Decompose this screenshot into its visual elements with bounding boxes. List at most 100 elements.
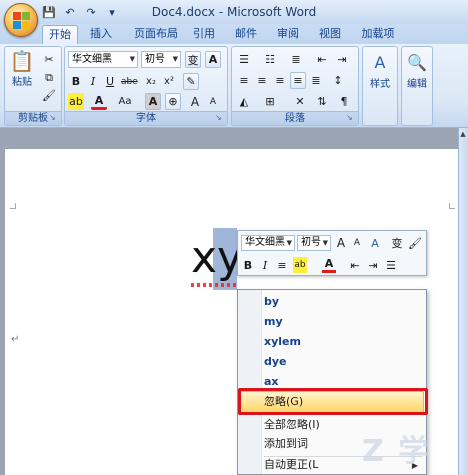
change-case-button[interactable]: Aa (117, 93, 133, 110)
tab-view[interactable]: 视图 (316, 25, 344, 44)
suggestion-item[interactable]: dye (264, 352, 287, 372)
title-bar: 💾 ↶ ↷ ▾ Doc4.docx - Microsoft Word (0, 0, 468, 24)
paragraph-mark: ↵ (11, 334, 20, 345)
bold-button[interactable]: B (68, 73, 84, 90)
superscript-button[interactable]: x² (161, 73, 177, 90)
line-spacing-icon[interactable]: ↕ (330, 72, 346, 89)
font-size-combo[interactable]: 初号 ▼ (141, 51, 181, 68)
chevron-down-icon: ▼ (322, 239, 328, 247)
tab-insert[interactable]: 插入 (84, 25, 118, 44)
cut-icon[interactable]: ✂ (41, 51, 57, 68)
mini-format-painter-icon[interactable]: 🖌 (408, 235, 422, 251)
bullets-icon[interactable]: ☰ (236, 51, 252, 68)
styles-group: A 样式 (362, 46, 398, 126)
underline-button[interactable]: U (102, 73, 118, 90)
mini-bullets-icon[interactable]: ☰ (384, 257, 398, 273)
menu-gutter (238, 290, 262, 474)
margin-corner-left (10, 203, 16, 209)
autocorrect-menu-item[interactable]: 自动更正(L (264, 455, 318, 475)
align-center-icon[interactable]: ≡ (254, 72, 270, 89)
ribbon: 📋 粘贴 ✂ ⧉ 🖌 剪贴板 ↘ 华文细黑 ▼ 初号 ▼ 变 A B I U a… (0, 44, 468, 128)
scroll-up-icon[interactable]: ▲ (459, 130, 467, 142)
format-painter-icon[interactable]: 🖌 (41, 87, 57, 104)
show-marks-icon[interactable]: ¶ (336, 93, 352, 110)
font-name-combo[interactable]: 华文细黑 ▼ (68, 51, 138, 68)
mini-styles-icon[interactable]: A (368, 235, 382, 251)
ignore-all-menu-item[interactable]: 全部忽略(I) (264, 415, 320, 435)
chevron-down-icon: ▼ (286, 239, 292, 247)
tab-review[interactable]: 审阅 (274, 25, 302, 44)
decrease-indent-icon[interactable]: ⇤ (314, 51, 330, 68)
mini-font-size-combo[interactable]: 初号 ▼ (297, 235, 331, 251)
document-text[interactable]: xy (191, 235, 243, 281)
editing-button[interactable]: 🔍 编辑 (403, 51, 431, 90)
subscript-button[interactable]: x₂ (143, 73, 159, 90)
paragraph-launcher-icon[interactable]: ↘ (346, 114, 355, 123)
enclose-char-icon[interactable]: ⊕ (165, 93, 181, 110)
mini-grow-font-icon[interactable]: A (334, 235, 348, 251)
numbering-icon[interactable]: ☷ (262, 51, 278, 68)
suggestion-item[interactable]: my (264, 312, 283, 332)
copy-icon[interactable]: ⧉ (41, 69, 57, 86)
office-logo-icon (13, 12, 30, 29)
vertical-scrollbar[interactable] (458, 128, 468, 475)
shrink-font-button[interactable]: A (205, 93, 221, 110)
tab-mailings[interactable]: 邮件 (232, 25, 260, 44)
add-to-dictionary-menu-item[interactable]: 添加到词 (264, 434, 308, 454)
mini-increase-indent-icon[interactable]: ⇥ (366, 257, 380, 273)
mini-font-name-value: 华文细黑 (245, 237, 285, 248)
tab-page-layout[interactable]: 页面布局 (128, 25, 184, 44)
mini-font-color-icon[interactable]: A (322, 257, 336, 273)
char-shading-button[interactable]: A (145, 93, 161, 110)
mini-phonetic-icon[interactable]: 变 (390, 235, 404, 251)
styles-button[interactable]: A 样式 (365, 51, 395, 90)
ribbon-tabs: 开始 插入 页面布局 引用 邮件 审阅 视图 加载项 (0, 24, 468, 44)
watermark-logo: Z 学 (362, 434, 431, 469)
clipboard-launcher-icon[interactable]: ↘ (49, 114, 58, 123)
editing-label: 编辑 (407, 79, 427, 90)
strikethrough-button[interactable]: abe (121, 73, 138, 90)
align-right-icon[interactable]: ≡ (272, 72, 288, 89)
tab-home[interactable]: 开始 (42, 25, 78, 44)
multilevel-list-icon[interactable]: ≣ (288, 51, 304, 68)
mini-shrink-font-icon[interactable]: A (350, 235, 364, 251)
mini-font-name-combo[interactable]: 华文细黑 ▼ (241, 235, 295, 251)
tab-add-ins[interactable]: 加载项 (358, 25, 398, 44)
font-group-label: 字体 (65, 111, 227, 125)
paragraph-group-label: 段落 (232, 111, 358, 125)
mini-decrease-indent-icon[interactable]: ⇤ (348, 257, 362, 273)
text-x: x (191, 232, 218, 283)
sort-icon[interactable]: ⇅ (314, 93, 330, 110)
mini-highlight-icon[interactable]: ab (293, 257, 307, 273)
align-left-icon[interactable]: ≡ (236, 72, 252, 89)
suggestion-item[interactable]: by (264, 292, 279, 312)
office-button[interactable] (4, 3, 38, 37)
italic-button[interactable]: I (85, 73, 101, 90)
chevron-down-icon: ▼ (172, 55, 178, 63)
window-control[interactable] (452, 3, 464, 19)
clipboard-group: 📋 粘贴 ✂ ⧉ 🖌 剪贴板 ↘ (4, 46, 62, 126)
justify-icon[interactable]: ≡ (290, 72, 306, 89)
callout-box (238, 388, 428, 415)
editing-group: 🔍 编辑 (401, 46, 433, 126)
mini-bold-button[interactable]: B (241, 257, 255, 273)
highlight-icon[interactable]: ab (68, 93, 84, 110)
mini-italic-button[interactable]: I (258, 257, 272, 273)
tab-references[interactable]: 引用 (190, 25, 218, 44)
font-launcher-icon[interactable]: ↘ (215, 114, 224, 123)
suggestion-item[interactable]: xylem (264, 332, 301, 352)
chinese-layout-icon[interactable]: ✕ (292, 93, 308, 110)
paste-button[interactable]: 📋 粘贴 (7, 49, 37, 88)
paste-icon: 📋 (9, 49, 35, 73)
increase-indent-icon[interactable]: ⇥ (334, 51, 350, 68)
phonetic-guide-icon[interactable]: 变 (185, 51, 201, 68)
shading-icon[interactable]: ◭ (236, 93, 252, 110)
clear-format-icon[interactable]: ✎ (183, 73, 199, 90)
mini-center-icon[interactable]: ≡ (275, 257, 289, 273)
font-color-icon[interactable]: A (91, 93, 107, 110)
distributed-icon[interactable]: ≣ (308, 72, 324, 89)
borders-icon[interactable]: ⊞ (262, 93, 278, 110)
char-border-icon[interactable]: A (205, 51, 221, 68)
paragraph-group: ☰ ☷ ≣ ⇤ ⇥ ≡ ≡ ≡ ≡ ≣ ↕ ◭ ⊞ ✕ ⇅ ¶ 段落 ↘ (231, 46, 359, 126)
grow-font-button[interactable]: A (187, 93, 203, 110)
